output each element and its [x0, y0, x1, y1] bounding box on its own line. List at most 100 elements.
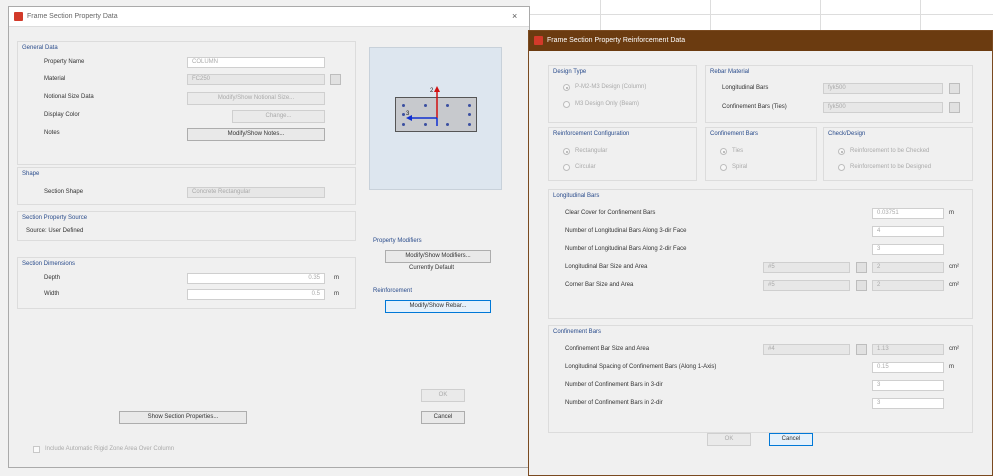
longitudinal-bar-area-input[interactable]: 2: [872, 262, 944, 273]
modify-show-modifiers-button[interactable]: Modify/Show Modifiers...: [385, 250, 491, 263]
width-label: Width: [44, 291, 60, 297]
longitudinal-bars-label: Longitudinal Bars: [722, 85, 769, 91]
ok-button[interactable]: OK: [707, 433, 751, 446]
width-unit: m: [334, 291, 339, 297]
num-bars-2dir-label: Number of Longitudinal Bars Along 2-dir …: [565, 246, 687, 252]
section-shape-select[interactable]: Concrete Rectangular: [187, 187, 325, 198]
show-section-properties-button[interactable]: Show Section Properties...: [119, 411, 247, 424]
property-modifiers-title: Property Modifiers: [373, 238, 422, 244]
num-bars-3dir-input[interactable]: 4: [872, 226, 944, 237]
source-text: Source: User Defined: [26, 228, 84, 234]
circular-radio[interactable]: [563, 164, 570, 171]
design-column-label: P-M2-M3 Design (Column): [575, 84, 647, 90]
spiral-label: Spiral: [732, 164, 748, 170]
longitudinal-bar-size-label: Longitudinal Bar Size and Area: [565, 264, 648, 270]
confinement-spacing-unit: m: [949, 364, 954, 370]
grid-line: [920, 0, 921, 30]
clear-cover-input[interactable]: 0.03751: [872, 208, 944, 219]
general-data-group: General Data Property Name COLUMN Materi…: [17, 41, 356, 165]
longitudinal-bar-browse[interactable]: [856, 262, 867, 273]
longitudinal-material-select[interactable]: fyk500: [823, 83, 943, 94]
cancel-button[interactable]: Cancel: [421, 411, 465, 424]
frame-section-property-data-dialog: Frame Section Property Data × General Da…: [8, 6, 530, 468]
design-column-radio[interactable]: [563, 84, 570, 91]
longitudinal-material-browse[interactable]: [949, 83, 960, 94]
confinement-2dir-input[interactable]: 3: [872, 398, 944, 409]
width-input[interactable]: 0.5: [187, 289, 325, 300]
close-icon[interactable]: ×: [512, 11, 517, 21]
reinforcement-data-dialog: Frame Section Property Reinforcement Dat…: [528, 30, 993, 476]
checked-radio[interactable]: [838, 148, 845, 155]
modify-show-rebar-button[interactable]: Modify/Show Rebar...: [385, 300, 491, 313]
depth-unit: m: [334, 275, 339, 281]
confinement-bar-area-input[interactable]: 1.13: [872, 344, 944, 355]
confinement-2dir-label: Number of Confinement Bars in 2-dir: [565, 400, 663, 406]
longitudinal-bar-area-unit: cm²: [949, 264, 959, 270]
longitudinal-bar-size-select[interactable]: #5: [763, 262, 850, 273]
confinement-spacing-input[interactable]: 0.15: [872, 362, 944, 373]
notes-button[interactable]: Modify/Show Notes...: [187, 128, 325, 141]
rectangular-radio[interactable]: [563, 148, 570, 155]
designed-radio[interactable]: [838, 164, 845, 171]
ok-button[interactable]: OK: [421, 389, 465, 402]
depth-input[interactable]: 0.35: [187, 273, 325, 284]
grid-line: [600, 0, 601, 30]
group-title: Confinement Bars: [553, 329, 602, 335]
confinement-bar-browse[interactable]: [856, 344, 867, 355]
group-title: Rebar Material: [710, 69, 750, 75]
rebar-dot: [468, 123, 471, 126]
section-dimensions-group: Section Dimensions Depth 0.35 m Width 0.…: [17, 257, 356, 309]
grid-line: [820, 0, 821, 30]
display-color-button[interactable]: Change...: [232, 110, 325, 123]
spiral-radio[interactable]: [720, 164, 727, 171]
group-title: Shape: [22, 171, 40, 177]
dialog-title: Frame Section Property Reinforcement Dat…: [547, 37, 686, 44]
shape-group: Shape Section Shape Concrete Rectangular: [17, 167, 356, 205]
app-icon: [534, 36, 543, 45]
rigid-zone-checkbox[interactable]: [33, 446, 40, 453]
confinement-bars-group: Confinement Bars Confinement Bar Size an…: [548, 325, 973, 433]
confinement-bar-size-select[interactable]: #4: [763, 344, 850, 355]
material-browse-button[interactable]: [330, 74, 341, 85]
notional-size-button[interactable]: Modify/Show Notional Size...: [187, 92, 325, 105]
confinement-material-browse[interactable]: [949, 102, 960, 113]
confinement-bar-size-label: Confinement Bar Size and Area: [565, 346, 650, 352]
section-property-source-group: Section Property Source Source: User Def…: [17, 211, 356, 241]
cancel-button[interactable]: Cancel: [769, 433, 813, 446]
corner-bar-size-select[interactable]: #5: [763, 280, 850, 291]
notes-label: Notes: [44, 130, 60, 136]
confinement-3dir-input[interactable]: 3: [872, 380, 944, 391]
display-color-label: Display Color: [44, 112, 80, 118]
dialog-title: Frame Section Property Data: [27, 13, 118, 20]
designed-label: Reinforcement to be Designed: [850, 164, 932, 170]
svg-text:3: 3: [406, 111, 410, 117]
material-select[interactable]: FC250: [187, 74, 325, 85]
app-icon: [14, 12, 23, 21]
modifiers-status: Currently Default: [409, 265, 455, 271]
ties-radio[interactable]: [720, 148, 727, 155]
group-title: Design Type: [553, 69, 587, 75]
group-title: Confinement Bars: [710, 131, 759, 137]
design-type-group: Design Type P-M2-M3 Design (Column) M3 D…: [548, 65, 697, 123]
corner-bar-area-input[interactable]: 2: [872, 280, 944, 291]
dialog-titlebar[interactable]: Frame Section Property Data ×: [9, 7, 529, 27]
group-title: General Data: [22, 45, 58, 51]
section-preview: 2 3: [369, 47, 502, 190]
corner-bar-area-unit: cm²: [949, 282, 959, 288]
axis-arrows-icon: 2 3: [406, 86, 440, 126]
property-name-label: Property Name: [44, 59, 85, 65]
rectangular-label: Rectangular: [575, 148, 608, 154]
design-beam-radio[interactable]: [563, 101, 570, 108]
property-name-input[interactable]: COLUMN: [187, 57, 325, 68]
rigid-zone-label: Include Automatic Rigid Zone Area Over C…: [45, 446, 175, 452]
corner-bar-browse[interactable]: [856, 280, 867, 291]
dialog-titlebar[interactable]: Frame Section Property Reinforcement Dat…: [529, 31, 992, 51]
longitudinal-bars-group: Longitudinal Bars Clear Cover for Confin…: [548, 189, 973, 319]
confinement-spacing-label: Longitudinal Spacing of Confinement Bars…: [565, 364, 717, 370]
confinement-material-select[interactable]: fyk500: [823, 102, 943, 113]
clear-cover-unit: m: [949, 210, 954, 216]
notional-size-label: Notional Size Data: [44, 94, 94, 100]
clear-cover-label: Clear Cover for Confinement Bars: [565, 210, 656, 216]
svg-text:2: 2: [430, 88, 434, 94]
num-bars-2dir-input[interactable]: 3: [872, 244, 944, 255]
